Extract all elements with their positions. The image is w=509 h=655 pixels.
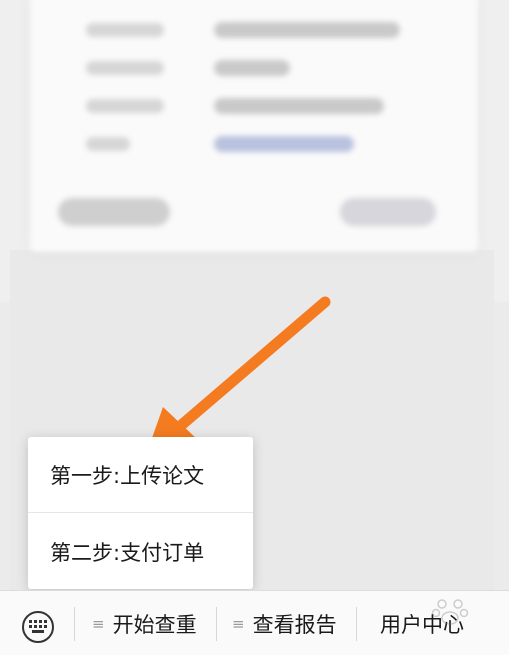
menu-item-pay-order[interactable]: 第二步:支付订单 — [28, 514, 253, 590]
keyboard-icon[interactable] — [22, 611, 54, 643]
step-menu-popup: 第一步:上传论文 第二步:支付订单 — [28, 437, 253, 589]
menu-lines-icon: ≡ — [92, 615, 105, 633]
menu-item-upload-paper[interactable]: 第一步:上传论文 — [28, 437, 253, 513]
bottom-menu-bar: ≡ 开始查重 ≡ 查看报告 用户中心 — [0, 590, 509, 655]
tab-label: 用户中心 — [380, 613, 464, 637]
divider — [216, 607, 217, 641]
tab-user-center[interactable]: 用户中心 — [380, 607, 464, 641]
menu-lines-icon: ≡ — [232, 615, 245, 633]
tab-label: 查看报告 — [252, 613, 337, 637]
divider — [356, 607, 357, 641]
divider — [74, 607, 75, 641]
tab-view-report[interactable]: ≡ 查看报告 — [232, 607, 337, 641]
tab-start-check[interactable]: ≡ 开始查重 — [92, 607, 197, 641]
keyboard-icon-glyph — [29, 620, 47, 633]
tab-label: 开始查重 — [112, 613, 197, 637]
